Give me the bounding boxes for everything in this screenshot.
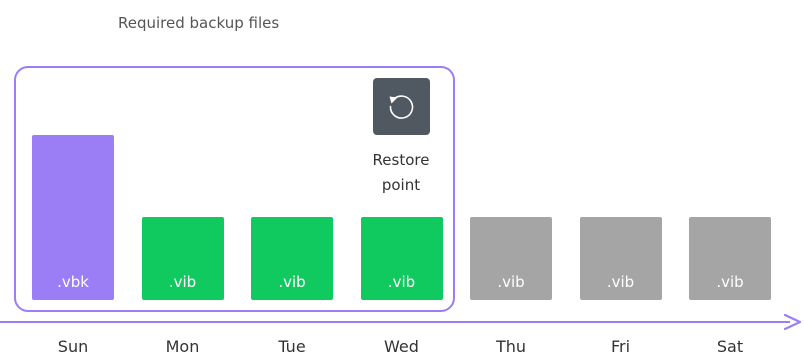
day-label-sat: Sat xyxy=(716,337,744,356)
backup-file-wed: .vib xyxy=(360,217,443,300)
restore-point-label-line1: Restore xyxy=(372,151,430,169)
backup-file-label: .vib xyxy=(387,273,416,291)
day-label-tue: Tue xyxy=(278,337,306,356)
backup-chain-diagram: Required backup files .vbk .vib .vib .vib .v… xyxy=(0,0,804,363)
timeline-arrow-icon xyxy=(784,314,802,330)
backup-file-sun: .vbk xyxy=(32,135,114,300)
timeline-axis xyxy=(0,321,790,323)
restore-point-label: Restore point xyxy=(340,148,462,198)
backup-file-fri: .vib xyxy=(579,217,662,300)
backup-file-label: .vib xyxy=(497,273,525,291)
backup-file-thu: .vib xyxy=(470,217,552,300)
backup-file-label: .vbk xyxy=(57,273,89,291)
restore-point-label-line2: point xyxy=(381,176,421,194)
restore-icon xyxy=(373,78,430,135)
backup-file-mon: .vib xyxy=(141,217,224,300)
day-label-sun: Sun xyxy=(57,337,89,356)
backup-file-label: .vib xyxy=(716,273,744,291)
backup-file-label: .vib xyxy=(606,273,635,291)
day-label-fri: Fri xyxy=(610,337,631,356)
backup-file-label: .vib xyxy=(278,273,306,291)
diagram-caption: Required backup files xyxy=(118,14,280,32)
backup-file-tue: .vib xyxy=(251,217,333,300)
day-label-wed: Wed xyxy=(384,337,419,356)
day-label-mon: Mon xyxy=(165,337,200,356)
backup-file-sat: .vib xyxy=(689,217,771,300)
day-label-thu: Thu xyxy=(495,337,527,356)
backup-file-label: .vib xyxy=(168,273,197,291)
